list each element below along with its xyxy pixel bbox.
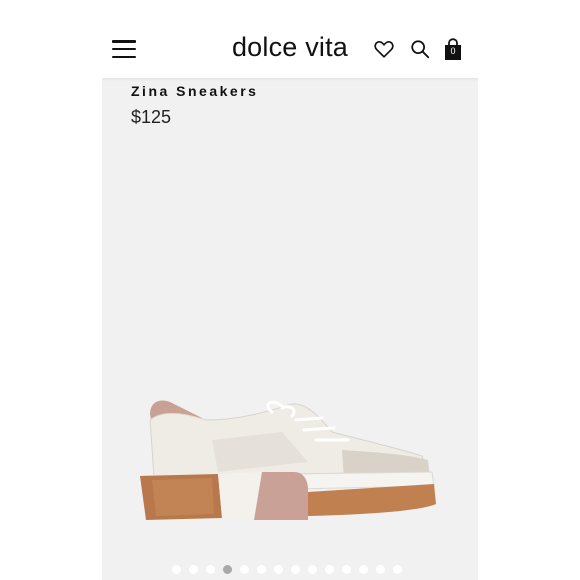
product-title: Zina Sneakers bbox=[131, 83, 259, 99]
product-price: $125 bbox=[131, 107, 172, 127]
carousel-dot[interactable] bbox=[240, 564, 249, 574]
bag-count-badge: 0 bbox=[450, 46, 456, 56]
phone-screen: dolce vita 0 Zina Sneakers $125 bbox=[102, 0, 478, 580]
carousel-dot[interactable] bbox=[291, 564, 300, 574]
carousel-dot[interactable] bbox=[189, 564, 198, 574]
carousel-dot[interactable] bbox=[172, 564, 181, 574]
carousel-dot-active[interactable] bbox=[223, 564, 232, 574]
carousel-dot[interactable] bbox=[257, 564, 266, 574]
carousel-dot[interactable] bbox=[359, 564, 368, 574]
carousel-dot[interactable] bbox=[342, 564, 351, 574]
carousel-dot[interactable] bbox=[274, 564, 283, 574]
carousel-dot[interactable] bbox=[206, 564, 215, 574]
image-carousel-dots bbox=[172, 564, 402, 574]
search-icon[interactable] bbox=[409, 38, 435, 64]
carousel-dot[interactable] bbox=[325, 564, 334, 574]
carousel-dot[interactable] bbox=[376, 564, 385, 574]
carousel-dot[interactable] bbox=[308, 564, 317, 574]
carousel-dot[interactable] bbox=[393, 564, 402, 574]
product-image-sneaker[interactable] bbox=[122, 380, 452, 530]
top-navigation-bar: dolce vita 0 bbox=[102, 0, 478, 78]
shopping-bag-icon[interactable]: 0 bbox=[443, 38, 469, 64]
wishlist-heart-icon[interactable] bbox=[373, 38, 399, 64]
